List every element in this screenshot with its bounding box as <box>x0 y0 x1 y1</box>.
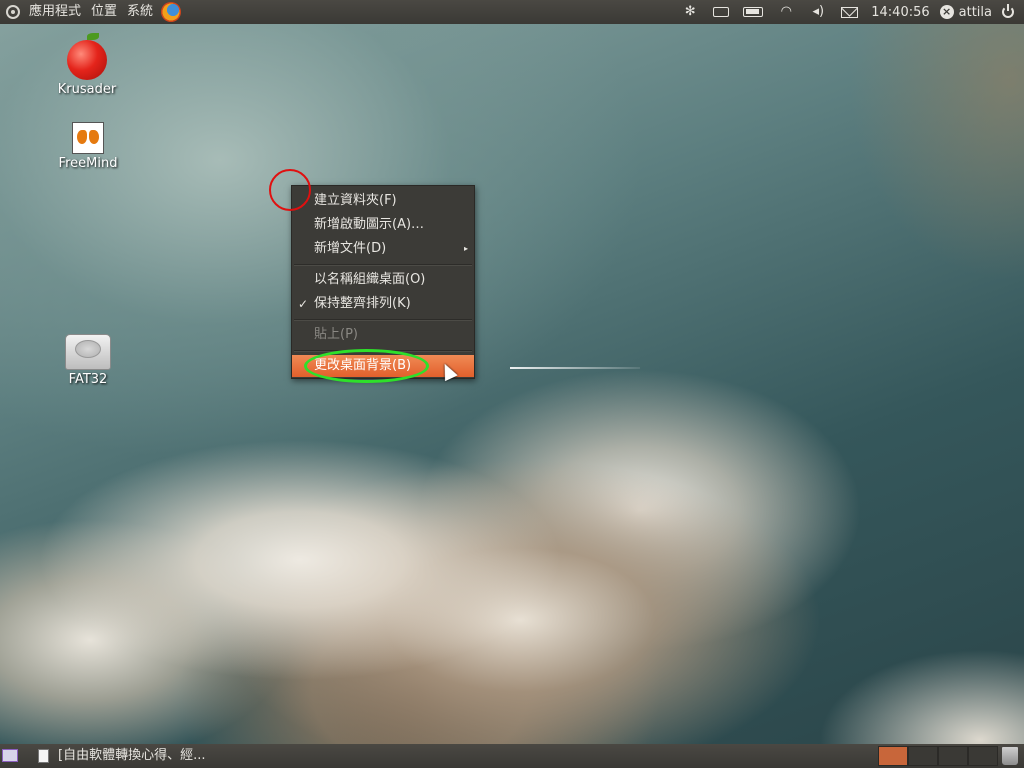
menu-item-organize-by-name[interactable]: 以名稱組織桌面(O) <box>292 269 474 291</box>
network-manager-icon[interactable]: ✻ <box>681 4 699 20</box>
freemind-butterfly-icon <box>72 122 104 154</box>
contrail-decoration <box>510 367 640 369</box>
krusader-apple-icon <box>67 33 107 80</box>
menu-places-label: 位置 <box>91 4 118 19</box>
workspace-1[interactable] <box>878 746 908 766</box>
desktop-icon-label: FAT32 <box>68 372 108 387</box>
power-icon[interactable] <box>1002 4 1014 18</box>
red-annotation-circle <box>269 169 311 211</box>
ubuntu-logo-icon <box>6 5 20 19</box>
keyboard-icon[interactable] <box>713 7 730 17</box>
desktop-icon-label: Krusader <box>57 82 117 97</box>
menu-item-label: 建立資料夾(F) <box>314 193 397 208</box>
desktop-icon-fat32[interactable]: FAT32 <box>43 334 133 387</box>
workspace-4[interactable] <box>968 746 998 766</box>
menu-item-label: 以名稱組織桌面(O) <box>314 272 426 287</box>
trash-icon[interactable] <box>1002 747 1018 765</box>
desktop-icon-label: FreeMind <box>58 156 118 171</box>
desktop-background[interactable]: 應用程式 位置 系統 ✻ ◠ ◂) 14:40:56 × attila Krus… <box>0 0 1024 768</box>
clock[interactable]: 14:40:56 <box>865 5 935 20</box>
menu-separator <box>294 319 472 321</box>
system-menu[interactable]: 系統 <box>122 0 158 24</box>
mail-icon[interactable] <box>841 6 859 18</box>
show-desktop-icon[interactable] <box>2 749 18 762</box>
workspace-3[interactable] <box>938 746 968 766</box>
checkmark-icon: ✓ <box>298 297 309 311</box>
green-annotation-ellipse <box>304 349 429 383</box>
firefox-launcher-icon[interactable] <box>161 2 182 22</box>
wifi-icon[interactable]: ◠ <box>777 4 795 20</box>
places-menu[interactable]: 位置 <box>86 0 122 24</box>
menu-item-label: 保持整齊排列(K) <box>314 296 411 311</box>
user-name[interactable]: attila <box>954 5 998 20</box>
menu-item-label: 新增文件(D) <box>314 241 387 256</box>
menu-system-label: 系統 <box>127 4 154 19</box>
menu-item-label: 新增啟動圖示(A)… <box>314 217 425 232</box>
taskbar-window-button[interactable]: [自由軟體轉換心得、經... <box>58 744 205 768</box>
menu-item-paste: 貼上(P) <box>292 324 474 346</box>
top-panel: 應用程式 位置 系統 ✻ ◠ ◂) 14:40:56 × attila <box>0 0 1024 24</box>
menu-applications-label: 應用程式 <box>29 4 82 19</box>
user-status-icon[interactable]: × <box>939 5 954 19</box>
submenu-arrow-icon: ▸ <box>463 244 468 253</box>
battery-icon[interactable] <box>743 7 764 17</box>
document-window-icon <box>38 749 49 763</box>
menu-item-keep-aligned[interactable]: ✓ 保持整齊排列(K) <box>292 293 474 315</box>
menu-item-create-folder[interactable]: 建立資料夾(F) <box>292 190 474 212</box>
applications-menu[interactable]: 應用程式 <box>0 0 86 24</box>
bottom-panel: [自由軟體轉換心得、經... <box>0 744 1024 768</box>
desktop-icon-freemind[interactable]: FreeMind <box>43 122 133 171</box>
menu-separator <box>294 264 472 266</box>
workspace-2[interactable] <box>908 746 938 766</box>
hard-drive-icon <box>65 334 111 370</box>
menu-item-create-document[interactable]: 新增文件(D) ▸ <box>292 238 474 260</box>
menu-item-label: 貼上(P) <box>314 327 358 342</box>
system-tray: ✻ ◠ ◂) 14:40:56 × attila <box>674 0 1024 24</box>
desktop-icon-krusader[interactable]: Krusader <box>42 33 132 97</box>
volume-icon[interactable]: ◂) <box>809 4 827 20</box>
menu-item-create-launcher[interactable]: 新增啟動圖示(A)… <box>292 214 474 236</box>
